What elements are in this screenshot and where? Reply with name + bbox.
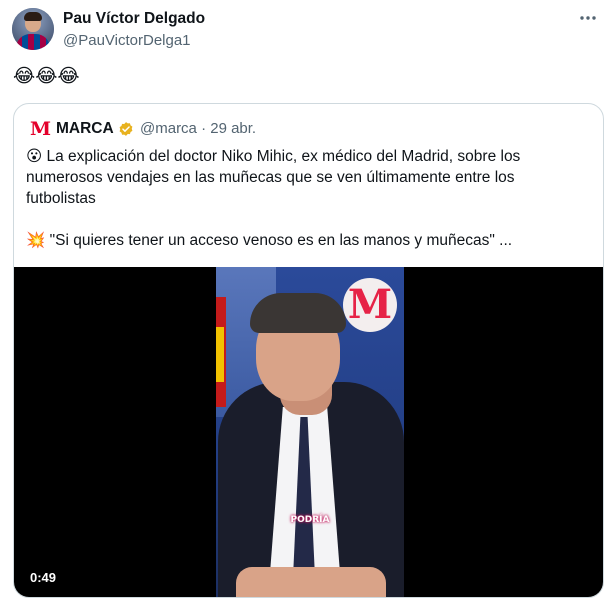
- collision-icon: 💥: [26, 231, 46, 249]
- more-options-button[interactable]: [578, 8, 598, 33]
- video-frame: M PODRÍA: [216, 267, 404, 597]
- surprised-face-icon: 😮: [26, 147, 43, 165]
- quoted-text-line: futbolistas: [26, 190, 96, 207]
- quoted-tweet[interactable]: M MARCA @marca · 29 abr. 😮 La explicació…: [13, 103, 604, 598]
- quoted-text-line: numerosos vendajes en las muñecas que se…: [26, 169, 515, 186]
- video-duration: 0:49: [30, 570, 57, 585]
- quoted-tweet-text: 😮 La explicación del doctor Niko Mihic, …: [26, 146, 592, 251]
- quoted-text-line: 💥 "Si quieres tener un acceso venoso es …: [26, 231, 513, 249]
- author-handle[interactable]: @PauVictorDelga1: [63, 32, 191, 49]
- video-caption: PODRÍA: [290, 515, 330, 525]
- verified-badge-icon: [119, 122, 133, 136]
- tweet: Pau Víctor Delgado @PauVictorDelga1 😂😂😂 …: [0, 0, 611, 600]
- quoted-text-blank-line: [26, 209, 592, 230]
- quoted-author-name: MARCA: [56, 120, 114, 137]
- author-name[interactable]: Pau Víctor Delgado: [63, 10, 205, 28]
- marca-logo-icon: M: [30, 118, 52, 140]
- more-horizontal-icon: [580, 16, 596, 20]
- marca-watermark-icon: M: [343, 278, 397, 332]
- quoted-text-line: 😮 La explicación del doctor Niko Mihic, …: [26, 147, 521, 165]
- video-player[interactable]: M PODRÍA 0:49: [14, 267, 603, 597]
- quoted-handle-date: @marca · 29 abr.: [140, 120, 257, 137]
- author-avatar[interactable]: [12, 8, 54, 50]
- tweet-text: 😂😂😂: [13, 66, 80, 87]
